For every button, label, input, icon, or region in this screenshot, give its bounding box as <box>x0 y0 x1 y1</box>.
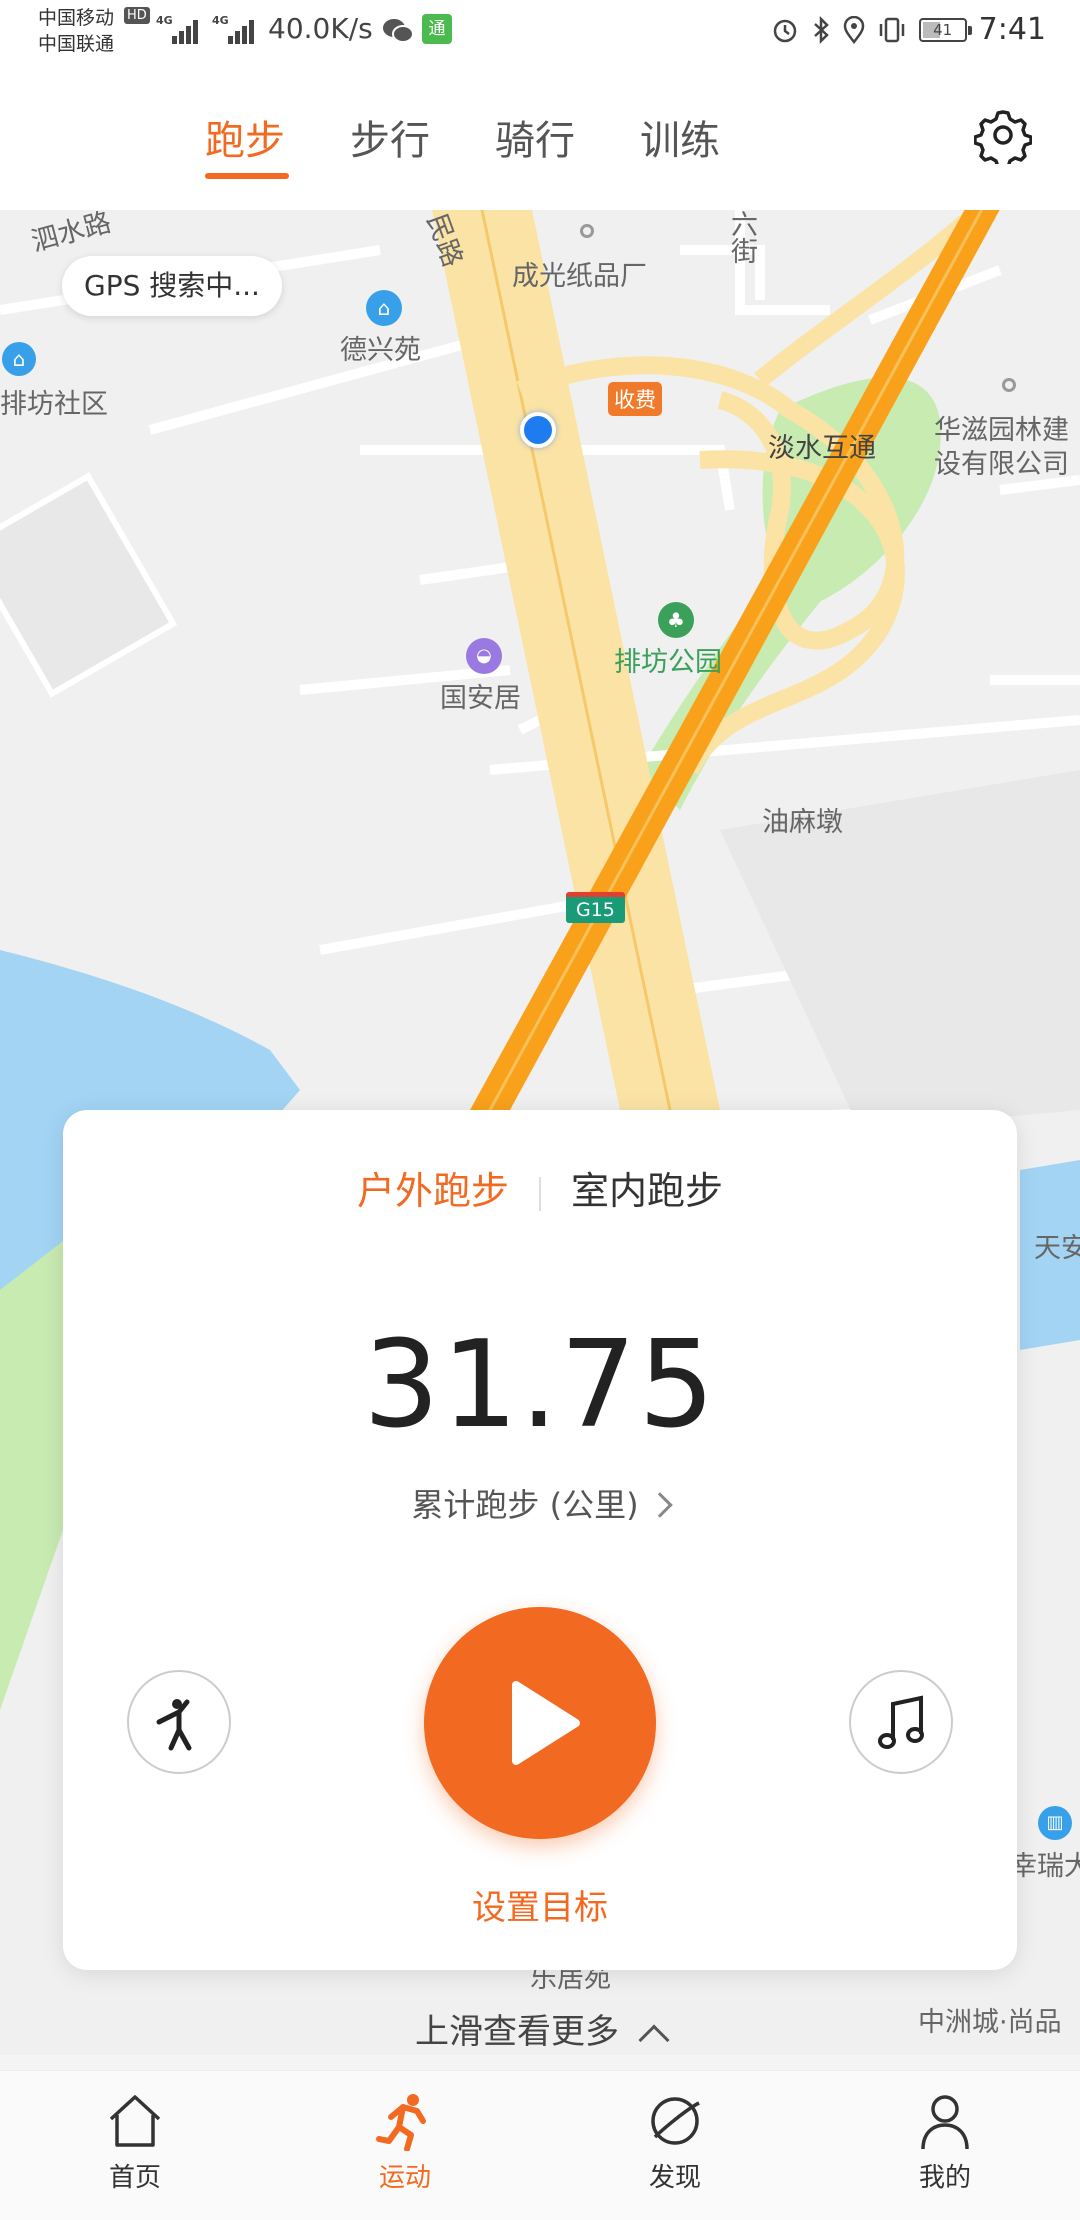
start-run-button[interactable] <box>424 1607 656 1839</box>
tab-training[interactable]: 训练 <box>640 108 720 166</box>
nav-home-label: 首页 <box>108 2163 161 2193</box>
bottom-navigation: 首页 运动 发现 我的 <box>0 2070 1080 2220</box>
highway-shield: G15 <box>566 892 625 923</box>
map-label: 幸瑞大 <box>1010 1851 1080 1882</box>
map-label: 油麻墩 <box>762 807 843 838</box>
nav-me-label: 我的 <box>918 2163 971 2193</box>
play-icon <box>512 1681 580 1765</box>
sport-type-tabs: 跑步 步行 骑行 训练 <box>0 66 1080 210</box>
tab-divider <box>539 1176 541 1211</box>
poi-dot-icon <box>1002 378 1016 392</box>
music-icon <box>878 1695 924 1749</box>
slide-up-label: 上滑查看更多 <box>415 2012 619 2052</box>
map-label: 天安 <box>1034 1233 1080 1264</box>
warmup-icon <box>156 1699 192 1751</box>
tab-indoor-run[interactable]: 室内跑步 <box>571 1160 723 1215</box>
map-label: 成光纸品厂 <box>512 261 647 292</box>
status-time: 7:41 <box>978 12 1046 47</box>
tab-walking[interactable]: 步行 <box>350 108 430 166</box>
total-distance-value: 31.75 <box>363 1316 717 1455</box>
park-tree-icon: ♣ <box>658 602 694 638</box>
total-distance-link[interactable]: 累计跑步 (公里) <box>63 1480 1017 1526</box>
home-icon <box>109 2095 161 2147</box>
signal-indicators: 4G 4G <box>156 14 258 44</box>
warmup-button[interactable] <box>127 1670 231 1774</box>
map-label: 淡水互通 <box>768 433 876 464</box>
map-label: 排坊社区 <box>0 389 108 420</box>
run-start-card: 户外跑步 室内跑步 31.75 累计跑步 (公里) 设置目标 <box>63 1110 1017 1970</box>
building-icon: ▥ <box>1038 1806 1072 1840</box>
map-label: 德兴苑 <box>340 335 421 366</box>
current-location-marker <box>520 412 556 448</box>
carrier-2: 中国联通 <box>38 33 115 55</box>
signal-icon: 4G <box>212 14 258 44</box>
location-icon <box>843 15 864 44</box>
app-notification-icon: 通 <box>422 14 452 44</box>
chevron-up-icon <box>638 2024 670 2056</box>
slide-up-hint[interactable]: 上滑查看更多 <box>0 2004 1080 2056</box>
carrier-info: 中国移动 中国联通 <box>38 5 114 57</box>
carrier-1: 中国移动 <box>38 7 115 29</box>
signal-icon: 4G <box>156 14 202 44</box>
shop-icon: ◒ <box>466 638 502 674</box>
running-icon <box>376 2094 426 2151</box>
nav-home[interactable]: 首页 <box>75 2091 195 2194</box>
status-bar: 中国移动 中国联通 HD 4G 4G 40.0K/s 通 41 7:41 <box>0 0 1080 66</box>
toll-badge: 收费 <box>608 382 662 416</box>
planet-icon <box>651 2097 700 2145</box>
bluetooth-icon <box>813 15 829 44</box>
wechat-icon <box>383 19 414 43</box>
chevron-right-icon <box>646 1492 673 1518</box>
map-label: 国安居 <box>440 683 521 714</box>
nav-discover-label: 发现 <box>648 2163 701 2193</box>
tab-cycling[interactable]: 骑行 <box>495 108 575 166</box>
battery-icon: 41 <box>918 17 972 42</box>
alarm-icon <box>773 19 796 42</box>
total-distance-label: 累计跑步 (公里) <box>411 1486 639 1524</box>
poi-dot-icon <box>580 224 594 238</box>
nav-sport[interactable]: 运动 <box>345 2091 465 2194</box>
building-icon: ⌂ <box>366 290 402 326</box>
run-mode-tabs: 户外跑步 室内跑步 <box>63 1160 1017 1215</box>
vibrate-icon <box>879 17 904 42</box>
map-label: 排坊公园 <box>614 647 722 678</box>
nav-discover[interactable]: 发现 <box>615 2091 735 2194</box>
nav-sport-label: 运动 <box>378 2163 431 2193</box>
music-button[interactable] <box>849 1670 953 1774</box>
active-tab-indicator <box>205 173 289 179</box>
tab-outdoor-run[interactable]: 户外跑步 <box>357 1160 509 1215</box>
settings-gear-icon[interactable] <box>974 106 1032 164</box>
hd-badge: HD <box>124 7 150 24</box>
map-label: 设有限公司 <box>934 449 1069 480</box>
tab-running[interactable]: 跑步 <box>205 108 285 166</box>
gps-status-chip: GPS 搜索中... <box>62 256 282 316</box>
network-speed: 40.0K/s <box>268 12 373 45</box>
building-icon: ⌂ <box>2 342 36 376</box>
nav-me[interactable]: 我的 <box>885 2091 1005 2194</box>
map-label: 六街 <box>726 210 757 264</box>
user-icon <box>921 2095 969 2150</box>
status-icons: 41 7:41 <box>771 12 1046 47</box>
set-goal-button[interactable]: 设置目标 <box>63 1880 1017 1929</box>
